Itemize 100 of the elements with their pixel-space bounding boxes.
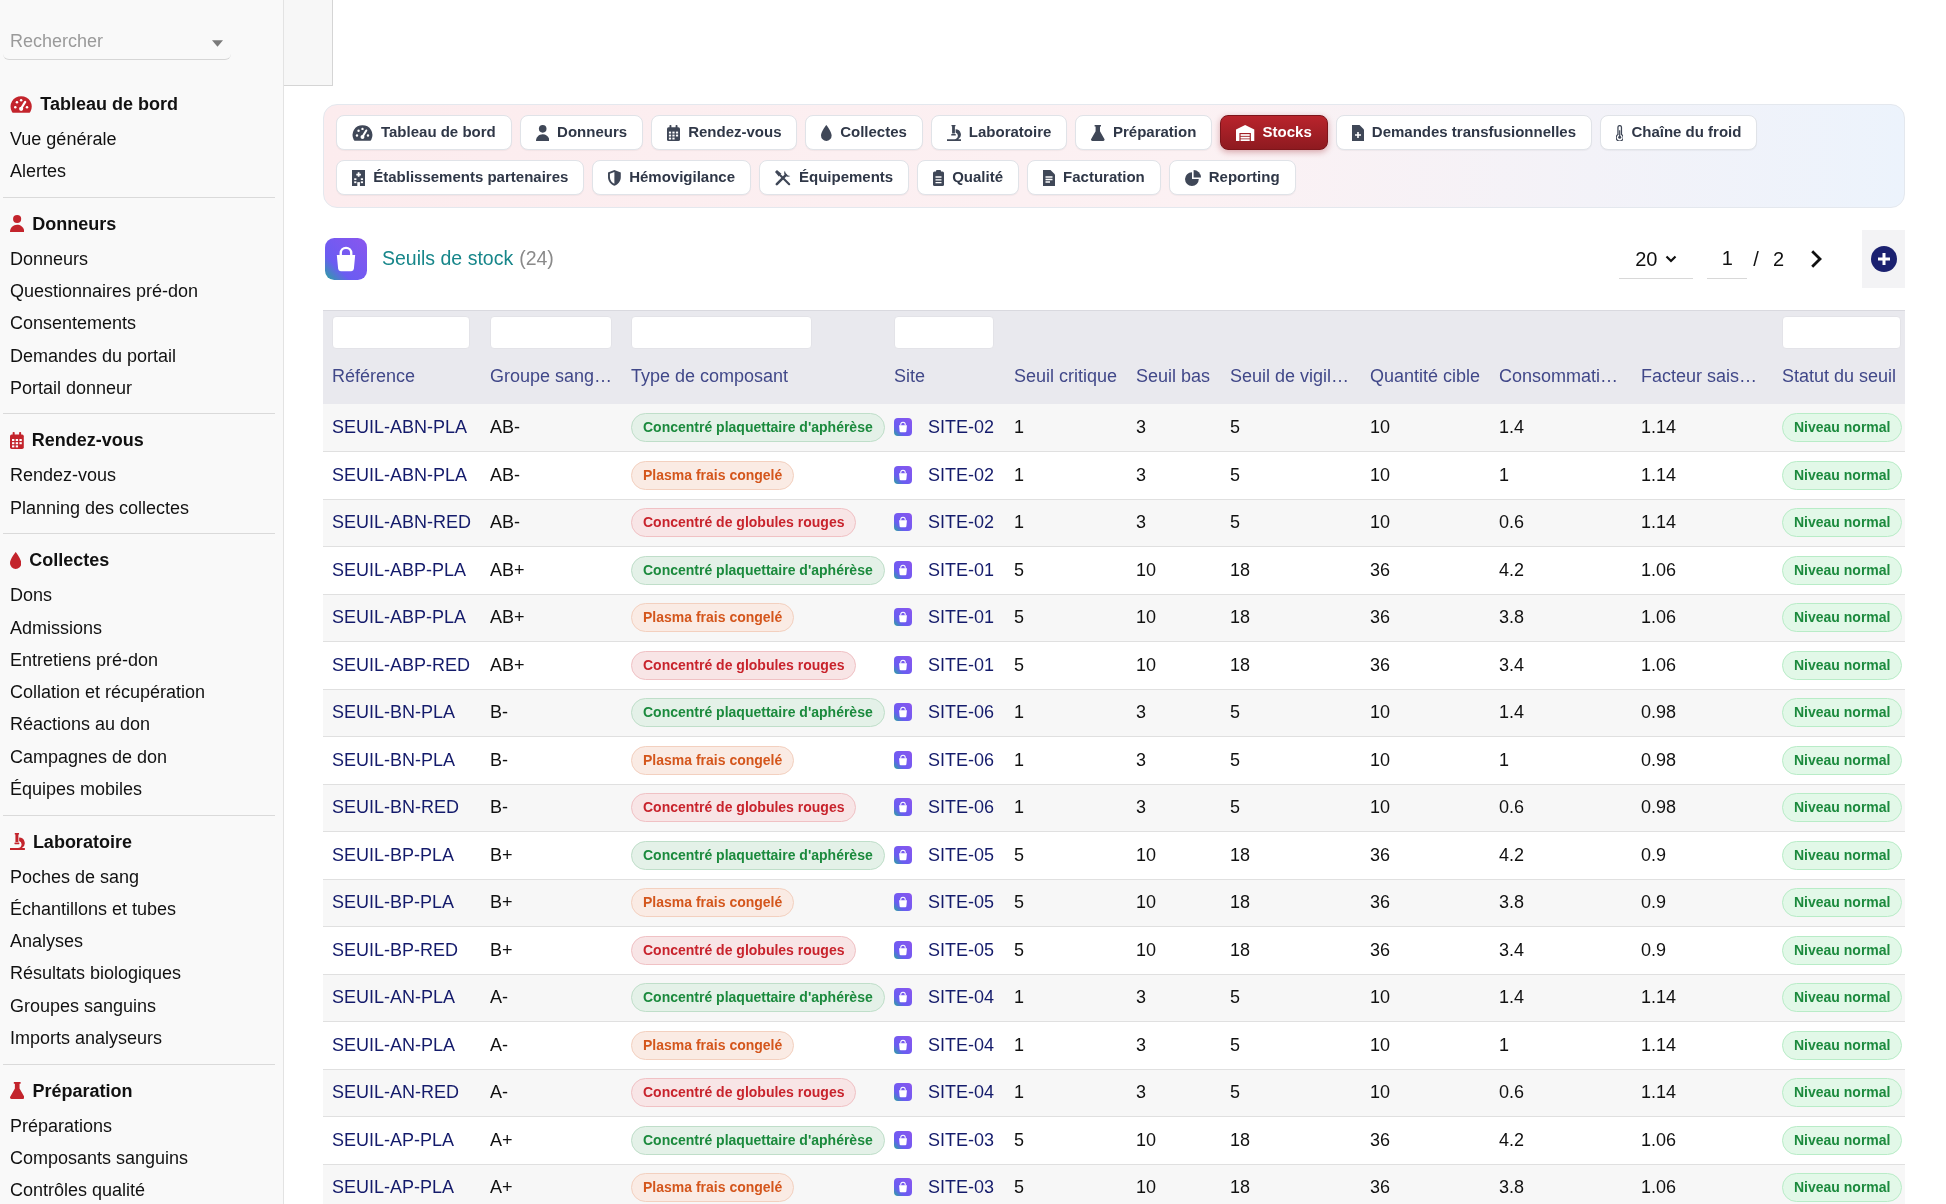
sidebar-item[interactable]: Campagnes de don (10, 745, 168, 768)
reference-link[interactable]: SEUIL-ABP-PLA (332, 607, 467, 628)
reference-link[interactable]: SEUIL-BN-RED (332, 797, 460, 818)
column-header[interactable]: Quantité cible (1361, 349, 1490, 404)
reference-link[interactable]: SEUIL-AP-PLA (332, 1129, 455, 1150)
site-link[interactable]: SITE-04 (928, 1034, 995, 1055)
reference-link[interactable]: SEUIL-ABN-PLA (332, 464, 468, 485)
site-link[interactable]: SITE-02 (928, 512, 995, 533)
column-header[interactable]: Statut du seuil (1773, 349, 1905, 404)
tab[interactable]: Qualité (917, 160, 1020, 195)
tab[interactable]: Stocks (1220, 115, 1328, 150)
column-header[interactable]: Site (885, 349, 1005, 404)
search-field[interactable]: Rechercher (3, 24, 231, 60)
sidebar-item[interactable]: Admissions (10, 616, 103, 639)
filter-field[interactable] (894, 316, 994, 349)
sidebar-item[interactable]: Entretiens pré-don (10, 648, 159, 671)
column-header[interactable]: Facteur sais… (1632, 349, 1773, 404)
tab[interactable]: Demandes transfusionnelles (1335, 115, 1593, 150)
tab[interactable]: Reporting (1168, 160, 1296, 195)
reference-link[interactable]: SEUIL-ABP-RED (332, 654, 471, 675)
sidebar-item[interactable]: Composants sanguins (10, 1146, 189, 1169)
reference-link[interactable]: SEUIL-ABP-PLA (332, 559, 467, 580)
filter-field[interactable] (490, 316, 612, 349)
site-link[interactable]: SITE-02 (928, 464, 995, 485)
sidebar-item[interactable]: Échantillons et tubes (10, 897, 177, 920)
sidebar-item[interactable]: Analyses (10, 930, 84, 953)
tab[interactable]: Préparation (1075, 115, 1213, 150)
column-header[interactable]: Référence (323, 349, 481, 404)
site-link[interactable]: SITE-02 (928, 417, 995, 437)
table-cell: 5 (1005, 546, 1127, 594)
tab[interactable]: Équipements (759, 160, 910, 195)
table-cell: 1 (1490, 1021, 1632, 1069)
reference-link[interactable]: SEUIL-BN-PLA (332, 702, 456, 723)
sidebar-item[interactable]: Dons (10, 584, 53, 607)
next-page-button[interactable] (1810, 249, 1822, 269)
sidebar-item[interactable]: Alertes (10, 160, 67, 183)
reference-link[interactable]: SEUIL-AN-RED (332, 1082, 460, 1103)
sidebar-item[interactable]: Imports analyseurs (10, 1027, 163, 1050)
reference-link[interactable]: SEUIL-BP-RED (332, 939, 459, 960)
sidebar-item[interactable]: Vue générale (10, 128, 117, 150)
site-link[interactable]: SITE-05 (928, 844, 995, 865)
sidebar-item[interactable]: Préparations (10, 1114, 113, 1137)
sidebar-item[interactable]: Portail donneur (10, 377, 133, 399)
tab[interactable]: Collectes (805, 115, 923, 150)
thermometer-icon (1616, 124, 1624, 141)
reference-link[interactable]: SEUIL-ABN-RED (332, 512, 472, 533)
reference-link[interactable]: SEUIL-BP-PLA (332, 844, 455, 865)
site-link[interactable]: SITE-06 (928, 749, 995, 770)
reference-link[interactable]: SEUIL-AP-PLA (332, 1177, 455, 1198)
reference-link[interactable]: SEUIL-AN-PLA (332, 987, 456, 1008)
site-link[interactable]: SITE-01 (928, 654, 995, 675)
column-header[interactable]: Seuil bas (1127, 349, 1221, 404)
sidebar-item[interactable]: Groupes sanguins (10, 994, 157, 1017)
sidebar-item[interactable]: Collation et récupération (10, 681, 206, 704)
reference-link[interactable]: SEUIL-ABN-PLA (332, 417, 468, 437)
page-input[interactable]: 1 (1707, 239, 1748, 279)
filter-field[interactable] (332, 316, 470, 349)
column-header[interactable]: Consommati… (1490, 349, 1632, 404)
site-link[interactable]: SITE-04 (928, 987, 995, 1008)
site-link[interactable]: SITE-03 (928, 1129, 995, 1150)
tab[interactable]: Rendez-vous (651, 115, 798, 150)
sidebar-item[interactable]: Planning des collectes (10, 496, 190, 519)
column-header[interactable]: Seuil de vigil… (1221, 349, 1361, 404)
bag-icon (894, 893, 912, 912)
sidebar-item[interactable]: Équipes mobiles (10, 778, 143, 801)
table-cell: 5 (1005, 1164, 1127, 1204)
reference-link[interactable]: SEUIL-BP-PLA (332, 892, 455, 913)
tab[interactable]: Tableau de bord (336, 115, 512, 150)
site-link[interactable]: SITE-03 (928, 1177, 995, 1198)
sidebar-item[interactable]: Consentements (10, 312, 137, 335)
sidebar-item[interactable]: Rendez-vous (10, 464, 117, 487)
sidebar-item[interactable]: Réactions au don (10, 713, 151, 736)
reference-link[interactable]: SEUIL-BN-PLA (332, 749, 456, 770)
reference-link[interactable]: SEUIL-AN-PLA (332, 1034, 456, 1055)
site-link[interactable]: SITE-06 (928, 797, 995, 818)
site-link[interactable]: SITE-05 (928, 939, 995, 960)
site-link[interactable]: SITE-04 (928, 1082, 995, 1103)
sidebar-item[interactable]: Donneurs (10, 247, 89, 270)
site-link[interactable]: SITE-01 (928, 559, 995, 580)
column-header[interactable]: Seuil critique (1005, 349, 1127, 404)
filter-field[interactable] (631, 316, 812, 349)
column-header[interactable]: Type de composant (622, 349, 885, 404)
site-link[interactable]: SITE-01 (928, 607, 995, 628)
sidebar-item[interactable]: Questionnaires pré-don (10, 280, 199, 303)
column-header[interactable]: Groupe sang… (481, 349, 622, 404)
tab[interactable]: Donneurs (519, 115, 644, 150)
page-size-select[interactable]: 20 (1619, 239, 1694, 279)
sidebar-item[interactable]: Résultats biologiques (10, 962, 182, 985)
tab[interactable]: Hémovigilance (592, 160, 751, 195)
tab[interactable]: Chaîne du froid (1600, 115, 1758, 150)
tab[interactable]: Laboratoire (930, 115, 1068, 150)
site-link[interactable]: SITE-05 (928, 892, 995, 913)
tab[interactable]: Établissements partenaires (336, 160, 585, 195)
sidebar-item[interactable]: Demandes du portail (10, 344, 177, 367)
sidebar-item[interactable]: Contrôles qualité (10, 1179, 146, 1202)
add-button[interactable] (1862, 230, 1905, 288)
tab[interactable]: Facturation (1027, 160, 1161, 195)
filter-field[interactable] (1782, 316, 1901, 349)
site-link[interactable]: SITE-06 (928, 702, 995, 723)
sidebar-item[interactable]: Poches de sang (10, 865, 140, 888)
